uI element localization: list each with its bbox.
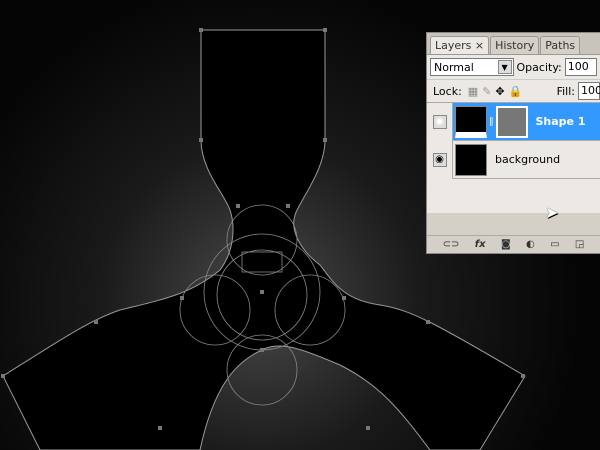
link-layers-icon[interactable]: ⊂⊃ <box>443 239 460 250</box>
chevron-down-icon: ▼ <box>497 60 512 74</box>
tab-paths[interactable]: Paths <box>540 36 581 54</box>
layer-name: Shape 1 <box>535 115 586 128</box>
layer-thumbnail <box>455 143 487 176</box>
layer-thumbnail <box>455 105 487 138</box>
eye-icon: ◉ <box>432 152 447 167</box>
layer-name: background <box>495 153 561 166</box>
visibility-toggle[interactable]: ◉ <box>427 102 453 141</box>
add-mask-icon[interactable]: ◙ <box>501 239 511 250</box>
lock-move-icon[interactable]: ✥ <box>495 85 504 98</box>
fill-input[interactable]: 100 <box>578 82 600 100</box>
mouse-cursor-icon: ➤ <box>545 203 559 222</box>
blend-mode-value: Normal <box>434 60 474 74</box>
fill-label: Fill: <box>556 84 575 98</box>
blend-mode-select[interactable]: Normal ▼ <box>430 58 514 76</box>
adjustment-layer-icon[interactable]: ◐ <box>526 239 535 250</box>
tab-history[interactable]: History <box>490 36 540 54</box>
visibility-toggle[interactable]: ◉ <box>427 140 453 179</box>
eye-icon: ◉ <box>432 114 447 129</box>
tab-layers[interactable]: Layers × <box>430 36 490 54</box>
link-icon: ∥ <box>489 116 494 127</box>
layers-panel: Layers × History Paths Normal ▼ Opacity:… <box>426 32 600 254</box>
lock-all-icon[interactable]: 🔒 <box>509 85 523 98</box>
folder-icon[interactable]: ▭ <box>550 239 559 250</box>
opacity-label: Opacity: <box>516 60 562 74</box>
new-layer-icon[interactable]: ◲ <box>575 239 584 250</box>
fx-icon[interactable]: fx <box>475 239 486 250</box>
layer-row-background[interactable]: ◉ background <box>427 140 600 179</box>
lock-brush-icon[interactable]: ✎ <box>482 85 491 98</box>
lock-label: Lock: <box>433 84 462 98</box>
lock-transparency-icon[interactable]: ▦ <box>468 85 478 98</box>
opacity-input[interactable]: 100 <box>564 58 597 76</box>
vector-mask-thumbnail[interactable] <box>495 105 528 138</box>
layer-row-shape-1[interactable]: ◉ ∥ Shape 1 <box>427 102 600 141</box>
